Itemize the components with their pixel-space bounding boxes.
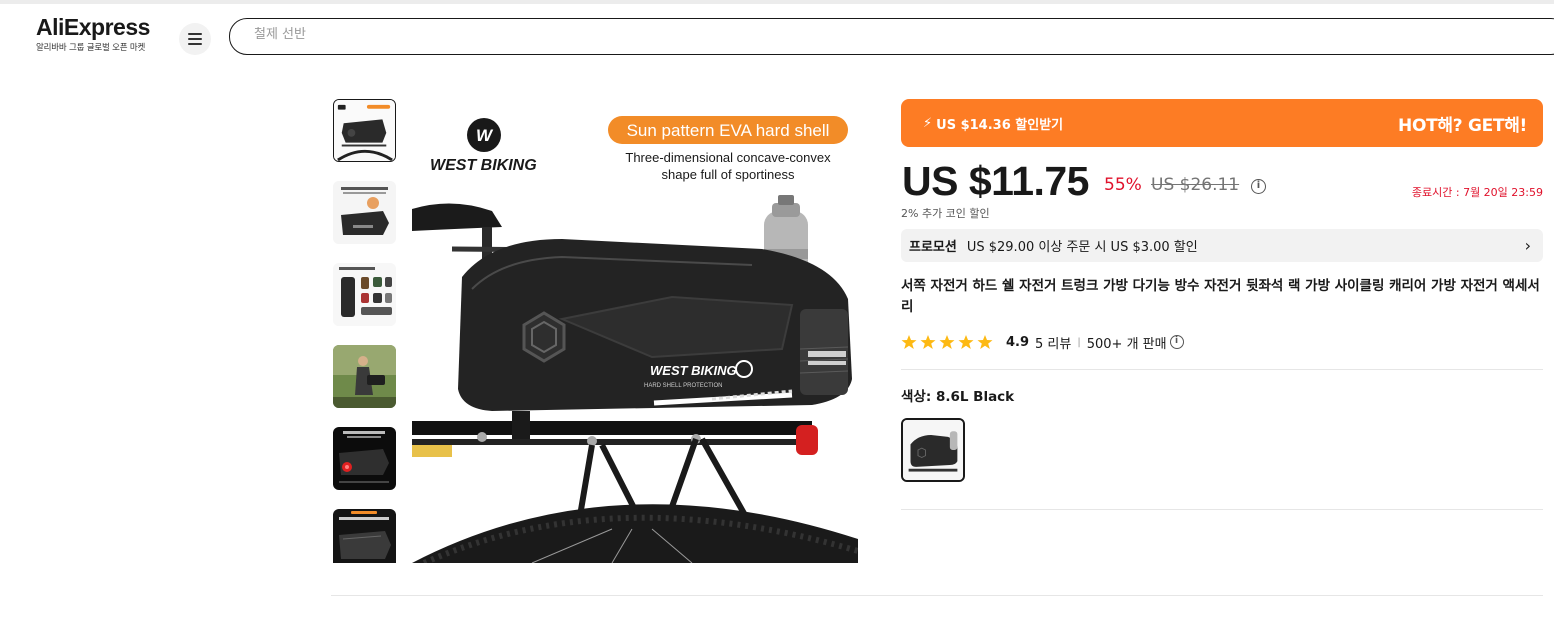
menu-button[interactable] — [179, 23, 211, 55]
bolt-icon: ⚡︎ — [923, 115, 933, 131]
search-bar[interactable] — [229, 18, 1554, 55]
chevron-right-icon: › — [1524, 236, 1531, 255]
star-icon — [958, 335, 974, 349]
subline-1: Three-dimensional concave-convex — [625, 150, 831, 165]
rating-value: 4.9 — [1006, 334, 1030, 350]
separator: | — [1077, 336, 1081, 348]
bag-sub-text: HARD SHELL PROTECTION — [644, 383, 722, 389]
headline-text: Sun pattern EVA hard shell — [627, 121, 830, 140]
color-swatch-8-6l-black[interactable] — [901, 418, 965, 482]
sold-info-icon[interactable]: i — [1169, 335, 1184, 349]
promotion-text: US $29.00 이상 주문 시 US $3.00 할인 — [966, 240, 1198, 255]
star-icon — [920, 335, 936, 349]
color-label: 색상: 8.6L Black — [901, 389, 1015, 405]
thumbnail-4[interactable] — [333, 345, 396, 408]
star-rating[interactable] — [901, 334, 996, 350]
subline-2: shape full of sportiness — [662, 167, 795, 182]
logo-tagline: 알리바바 그룹 글로벌 오픈 마켓 — [36, 43, 146, 53]
price-info-icon[interactable]: i — [1251, 179, 1266, 194]
discount-percent: 55% — [1104, 175, 1142, 195]
search-input[interactable] — [254, 27, 854, 42]
original-price: US $26.11 — [1151, 175, 1240, 195]
coin-discount: 2% 추가 코인 할인 — [901, 207, 990, 220]
sold-count: 500+ 개 판매 — [1086, 336, 1167, 352]
main-product-image[interactable]: W WEST BIKING Sun pattern EVA hard shell… — [412, 99, 858, 563]
coupon-banner[interactable]: ⚡︎ US $14.36 할인받기 HOT해? GET해! — [901, 99, 1543, 147]
aliexpress-logo[interactable]: AliExpress 알리바바 그룹 글로벌 오픈 마켓 — [36, 14, 166, 53]
brand-text: WEST BIKING — [430, 157, 537, 174]
thumbnail-5[interactable] — [333, 427, 396, 490]
bag-brand-text: WEST BIKING — [650, 363, 737, 378]
star-icon — [901, 335, 917, 349]
thumbnail-1[interactable] — [333, 99, 396, 162]
product-title: 서쪽 자전거 하드 쉘 자전거 트렁크 가방 다기능 방수 자전거 뒷좌석 랙 … — [901, 278, 1540, 315]
thumbnail-3[interactable] — [333, 263, 396, 326]
coupon-left: ⚡︎ US $14.36 할인받기 — [923, 114, 1063, 133]
top-divider — [0, 0, 1554, 4]
thumbnail-list[interactable] — [332, 99, 397, 563]
rating-row: 4.9 5 리뷰 | 500+ 개 판매 i — [901, 332, 1184, 352]
thumbnail-6[interactable] — [333, 509, 396, 563]
promotion-bar[interactable]: 프로모션 US $29.00 이상 주문 시 US $3.00 할인 › — [901, 229, 1543, 262]
divider — [901, 369, 1543, 370]
divider — [901, 509, 1543, 510]
price-row: US $11.75 55% US $26.11 i 종료시간 : 7월 20일 … — [901, 158, 1543, 204]
star-icon — [939, 335, 955, 349]
hot-get-text: HOT해? GET해! — [1398, 115, 1527, 136]
review-count[interactable]: 5 리뷰 — [1035, 333, 1071, 352]
svg-text:W: W — [476, 126, 494, 145]
sale-end-time: 종료시간 : 7월 20일 23:59 — [1411, 186, 1543, 199]
hamburger-icon — [188, 33, 202, 45]
divider — [331, 595, 1543, 596]
promotion-tag: 프로모션 — [909, 240, 957, 255]
star-icon — [977, 335, 993, 349]
coupon-text: US $14.36 할인받기 — [936, 117, 1064, 133]
current-price: US $11.75 — [902, 158, 1090, 204]
logo-wordmark: AliExpress — [36, 14, 150, 40]
thumbnail-2[interactable] — [333, 181, 396, 244]
